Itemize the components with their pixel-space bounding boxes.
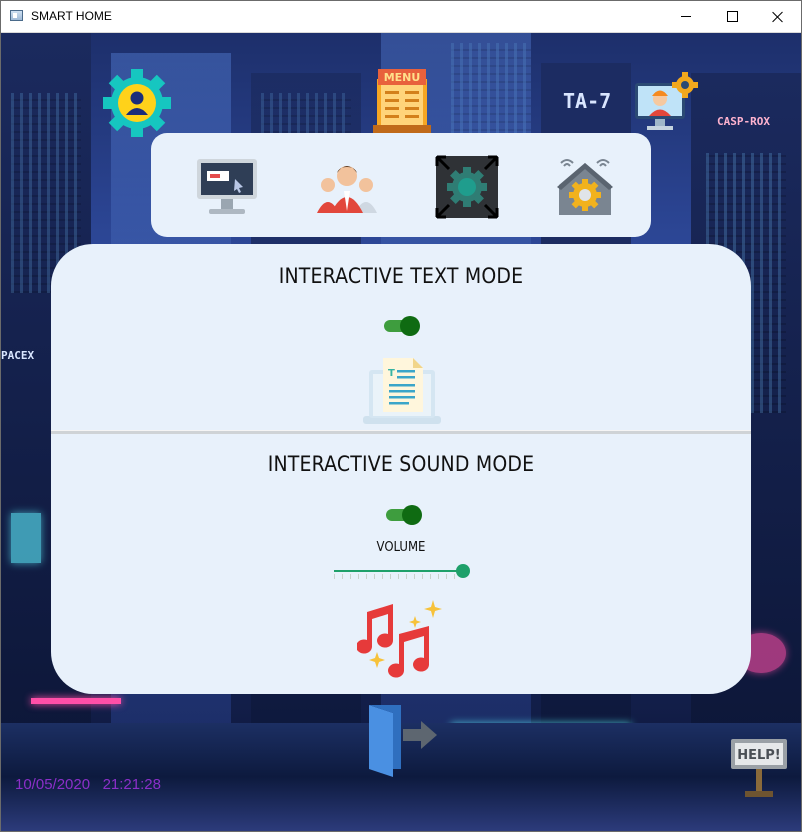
exit-door-icon (369, 705, 437, 777)
maximize-button[interactable] (709, 1, 755, 32)
menu-icon[interactable]: MENU (373, 69, 431, 135)
window-title: SMART HOME (31, 9, 112, 23)
app-window: SMART HOME TA-7 CASP-ROX PACEX MENU INTE… (0, 0, 802, 832)
music-notes-icon (357, 600, 442, 678)
title-bar: SMART HOME (1, 1, 801, 33)
sign-ta7: TA-7 (563, 89, 612, 113)
sign-pacex: PACEX (1, 349, 35, 362)
help-sign-text: HELP! (737, 748, 781, 763)
volume-slider[interactable] (334, 564, 470, 582)
volume-slider-thumb[interactable] (456, 564, 470, 578)
app-window-icon (10, 10, 23, 21)
sound-mode-title: INTERACTIVE SOUND MODE (267, 452, 535, 476)
monitor-icon[interactable] (195, 157, 259, 217)
exit-button[interactable] (363, 701, 441, 777)
text-mode-toggle[interactable] (382, 315, 422, 337)
datetime-readout: 10/05/2020 21:21:28 (15, 776, 161, 793)
maximize-icon (726, 11, 738, 22)
menu-sign-text: MENU (384, 71, 421, 84)
svg-text:T: T (388, 368, 395, 379)
sound-mode-toggle[interactable] (384, 504, 424, 526)
help-button[interactable]: HELP! (729, 725, 789, 799)
minimize-icon (681, 16, 691, 17)
close-button[interactable] (755, 1, 801, 32)
volume-label: VOLUME (376, 540, 426, 555)
minimize-button[interactable] (663, 1, 709, 32)
users-icon[interactable] (315, 161, 379, 213)
mode-panel: INTERACTIVE TEXT MODE T INTERACTIVE SOUN… (51, 244, 751, 694)
section-divider (51, 430, 751, 434)
fullscreen-settings-icon[interactable] (435, 155, 499, 219)
smart-home-icon[interactable] (555, 155, 615, 219)
user-settings-icon[interactable] (101, 67, 173, 139)
sign-casprox: CASP-ROX (717, 115, 770, 128)
engineer-settings-icon[interactable] (633, 69, 701, 133)
nav-panel (151, 133, 651, 237)
close-icon (772, 11, 784, 23)
text-mode-title: INTERACTIVE TEXT MODE (278, 264, 524, 288)
document-icon: T (363, 358, 441, 424)
